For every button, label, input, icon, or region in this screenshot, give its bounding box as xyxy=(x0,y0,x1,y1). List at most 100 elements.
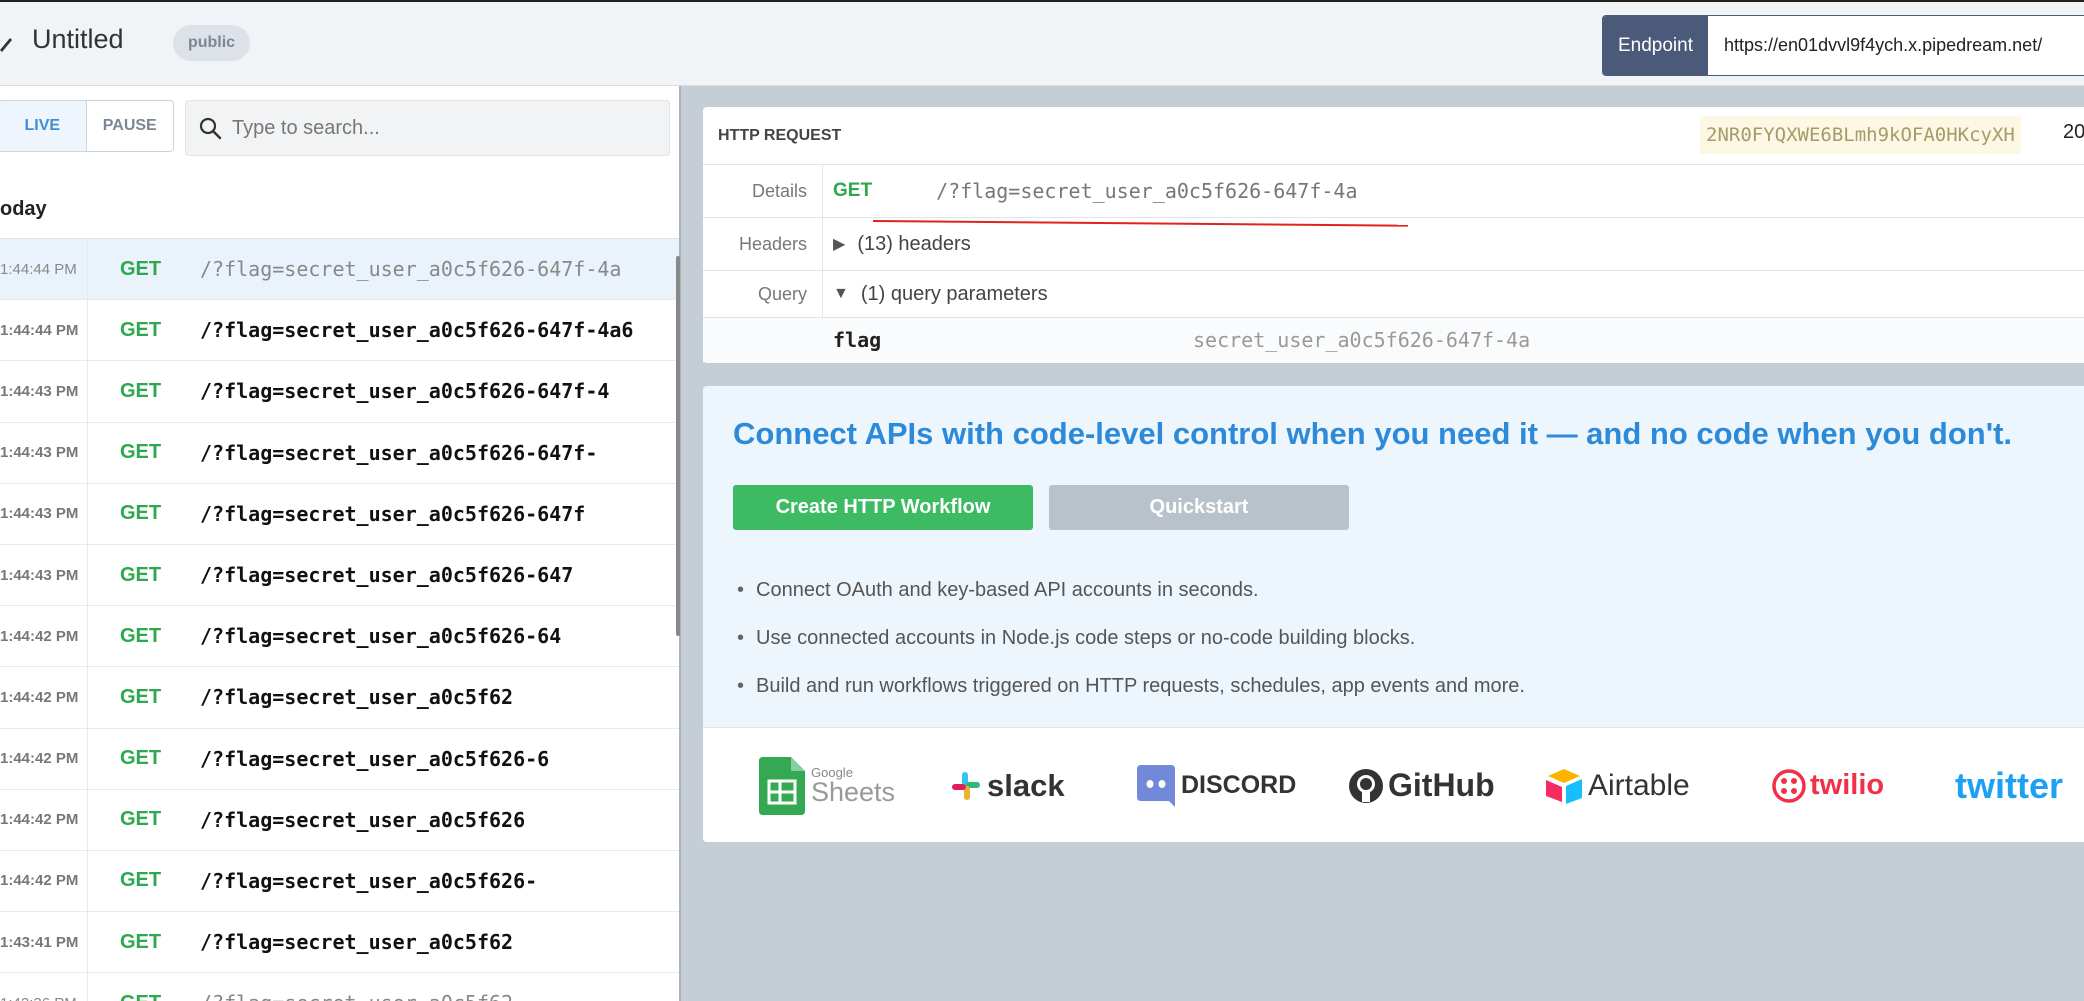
slack-logo: slack xyxy=(951,728,1065,842)
query-label: Query xyxy=(703,271,823,317)
card-header: HTTP REQUEST 2NR0FYQXWE6BLmh9kOFA0HKcyXH… xyxy=(703,107,2084,165)
headers-row[interactable]: Headers ▶ (13) headers xyxy=(703,218,2084,271)
param-key: flag xyxy=(833,328,882,352)
request-time: 1:44:43 PM xyxy=(0,483,88,544)
request-row[interactable]: 1:44:42 PM GET /?flag=secret_user_a0c5f626… xyxy=(0,728,679,790)
request-row[interactable]: 1:44:42 PM GET /?flag=secret_user_a0c5f626… xyxy=(0,850,679,913)
request-row[interactable]: 1:43:41 PM GET /?flag=secret_user_a0c5f62 xyxy=(0,912,679,974)
create-http-workflow-button[interactable]: Create HTTP Workflow xyxy=(733,485,1033,530)
live-pause-toggle: LIVE PAUSE xyxy=(0,100,174,152)
request-path: /?flag=secret_user_a0c5f626-647 xyxy=(200,563,574,588)
bullet-item: Use connected accounts in Node.js code s… xyxy=(737,614,1525,662)
request-method: GET xyxy=(120,685,162,708)
request-time: 1:44:42 PM xyxy=(0,606,88,667)
request-time: 1:44:44 PM xyxy=(0,239,88,300)
request-method: GET xyxy=(120,869,162,892)
request-time: 1:44:42 PM xyxy=(0,667,88,728)
quickstart-button[interactable]: Quickstart xyxy=(1049,485,1349,530)
visibility-badge[interactable]: public xyxy=(173,25,250,61)
section-label: HTTP REQUEST xyxy=(718,126,842,144)
pause-button[interactable]: PAUSE xyxy=(87,101,174,151)
request-time: 1:44:43 PM xyxy=(0,361,88,422)
top-bar: Untitled public Endpoint https://en01dvv… xyxy=(0,0,2084,86)
param-value: secret_user_a0c5f626-647f-4a xyxy=(1193,328,1531,352)
search-icon xyxy=(199,117,222,140)
request-row[interactable]: 1:44:43 PM GET /?flag=secret_user_a0c5f626… xyxy=(0,483,679,545)
scrollbar[interactable] xyxy=(676,256,680,636)
discord-logo: DISCORD xyxy=(1137,728,1296,842)
request-path: /?flag=secret_user_a0c5f626-64 xyxy=(200,624,562,649)
details-method: GET xyxy=(833,180,873,201)
headers-summary[interactable]: (13) headers xyxy=(857,233,970,256)
endpoint-box: Endpoint https://en01dvvl9f4ych.x.pipedr… xyxy=(1602,15,2084,76)
request-row[interactable]: 1:44:44 PM GET /?flag=secret_user_a0c5f626… xyxy=(0,300,679,362)
headers-label: Headers xyxy=(703,218,823,270)
request-time: 1:44:42 PM xyxy=(0,728,88,789)
request-row[interactable]: 1:44:43 PM GET /?flag=secret_user_a0c5f626… xyxy=(0,544,679,607)
request-row[interactable]: 1:44:44 PM GET /?flag=secret_user_a0c5f626… xyxy=(0,239,679,301)
query-summary[interactable]: (1) query parameters xyxy=(861,283,1048,306)
request-timestamp: 20 xyxy=(2063,121,2084,143)
endpoint-label: Endpoint xyxy=(1603,16,1708,75)
slack-text: slack xyxy=(987,767,1065,803)
app-logos-strip: Google Sheets slack DISCORD GitHub Airta… xyxy=(703,727,2084,842)
bullet-item: Connect OAuth and key-based API accounts… xyxy=(737,566,1525,614)
request-method: GET xyxy=(120,257,162,280)
request-path: /?flag=secret_user_a0c5f62 xyxy=(200,685,514,710)
pencil-icon[interactable] xyxy=(0,32,14,52)
request-row[interactable]: 1:42:36 PMGET/?flag=secret_user_a0c5f62 xyxy=(0,973,679,1001)
request-list: 1:44:44 PM GET /?flag=secret_user_a0c5f626… xyxy=(0,239,679,1001)
request-row[interactable]: 1:44:42 PM GET /?flag=secret_user_a0c5f626… xyxy=(0,606,679,668)
request-method: GET xyxy=(120,502,162,525)
collapse-triangle-icon[interactable]: ▼ xyxy=(833,285,849,303)
request-path: /?flag=secret_user_a0c5f626-647f-4 xyxy=(200,379,610,404)
day-group-header: oday xyxy=(0,181,679,239)
request-path: /?flag=secret_user_a0c5f626-647f- xyxy=(200,440,598,465)
request-time: 1:44:43 PM xyxy=(0,544,88,606)
http-request-card: HTTP REQUEST 2NR0FYQXWE6BLmh9kOFA0HKcyXH… xyxy=(703,107,2084,363)
twilio-text: twilio xyxy=(1810,769,1885,801)
request-time: 1:44:42 PM xyxy=(0,850,88,912)
request-path: /?flag=secret_user_a0c5f626-647f-4a6 xyxy=(200,318,634,343)
request-path: /?flag=secret_user_a0c5f626- xyxy=(200,868,538,893)
request-row[interactable]: 1:44:42 PM GET /?flag=secret_user_a0c5f626 xyxy=(0,789,679,851)
airtable-text: Airtable xyxy=(1588,768,1690,802)
page-title[interactable]: Untitled xyxy=(32,24,124,55)
request-path: /?flag=secret_user_a0c5f626 xyxy=(200,807,526,832)
request-row[interactable]: 1:44:43 PM GET /?flag=secret_user_a0c5f626… xyxy=(0,361,679,423)
request-id: 2NR0FYQXWE6BLmh9kOFA0HKcyXH xyxy=(1700,116,2021,154)
request-row[interactable]: 1:44:43 PM GET /?flag=secret_user_a0c5f626… xyxy=(0,422,679,484)
request-method: GET xyxy=(120,624,162,647)
request-method: GET xyxy=(120,318,162,341)
query-row[interactable]: Query ▼ (1) query parameters xyxy=(703,271,2084,318)
request-method: GET xyxy=(120,379,162,402)
request-method: GET xyxy=(120,747,162,770)
request-path: /?flag=secret_user_a0c5f626-6 xyxy=(200,746,550,771)
request-method: GET xyxy=(120,808,162,831)
twilio-logo: twilio xyxy=(1772,728,1884,842)
request-time: 1:42:36 PM xyxy=(0,973,88,1001)
search-input[interactable] xyxy=(232,116,632,140)
github-logo: GitHub xyxy=(1348,728,1495,842)
discord-icon xyxy=(1137,764,1175,807)
github-text: GitHub xyxy=(1388,767,1495,803)
request-row[interactable]: 1:44:42 PM GET /?flag=secret_user_a0c5f62 xyxy=(0,667,679,729)
request-method: GET xyxy=(120,441,162,464)
request-time: 1:44:42 PM xyxy=(0,789,88,850)
endpoint-url-field[interactable]: https://en01dvvl9f4ych.x.pipedream.net/ xyxy=(1708,16,2084,75)
request-time: 1:44:44 PM xyxy=(0,300,88,361)
request-path: /?flag=secret_user_a0c5f626-647f xyxy=(200,501,586,526)
sheets-icon xyxy=(759,756,805,815)
live-button[interactable]: LIVE xyxy=(0,101,87,151)
expand-triangle-icon[interactable]: ▶ xyxy=(833,234,845,254)
request-time: 1:44:43 PM xyxy=(0,422,88,483)
request-method: GET xyxy=(120,563,162,586)
airtable-icon xyxy=(1546,768,1582,804)
promo-card: Connect APIs with code-level control whe… xyxy=(703,386,2084,842)
search-box xyxy=(185,100,670,156)
details-path: /?flag=secret_user_a0c5f626-647f-4a xyxy=(936,179,1358,203)
request-path: /?flag=secret_user_a0c5f626-647f-4a xyxy=(200,257,622,282)
slack-icon xyxy=(952,771,980,800)
details-label: Details xyxy=(703,165,823,217)
request-time: 1:43:41 PM xyxy=(0,912,88,973)
